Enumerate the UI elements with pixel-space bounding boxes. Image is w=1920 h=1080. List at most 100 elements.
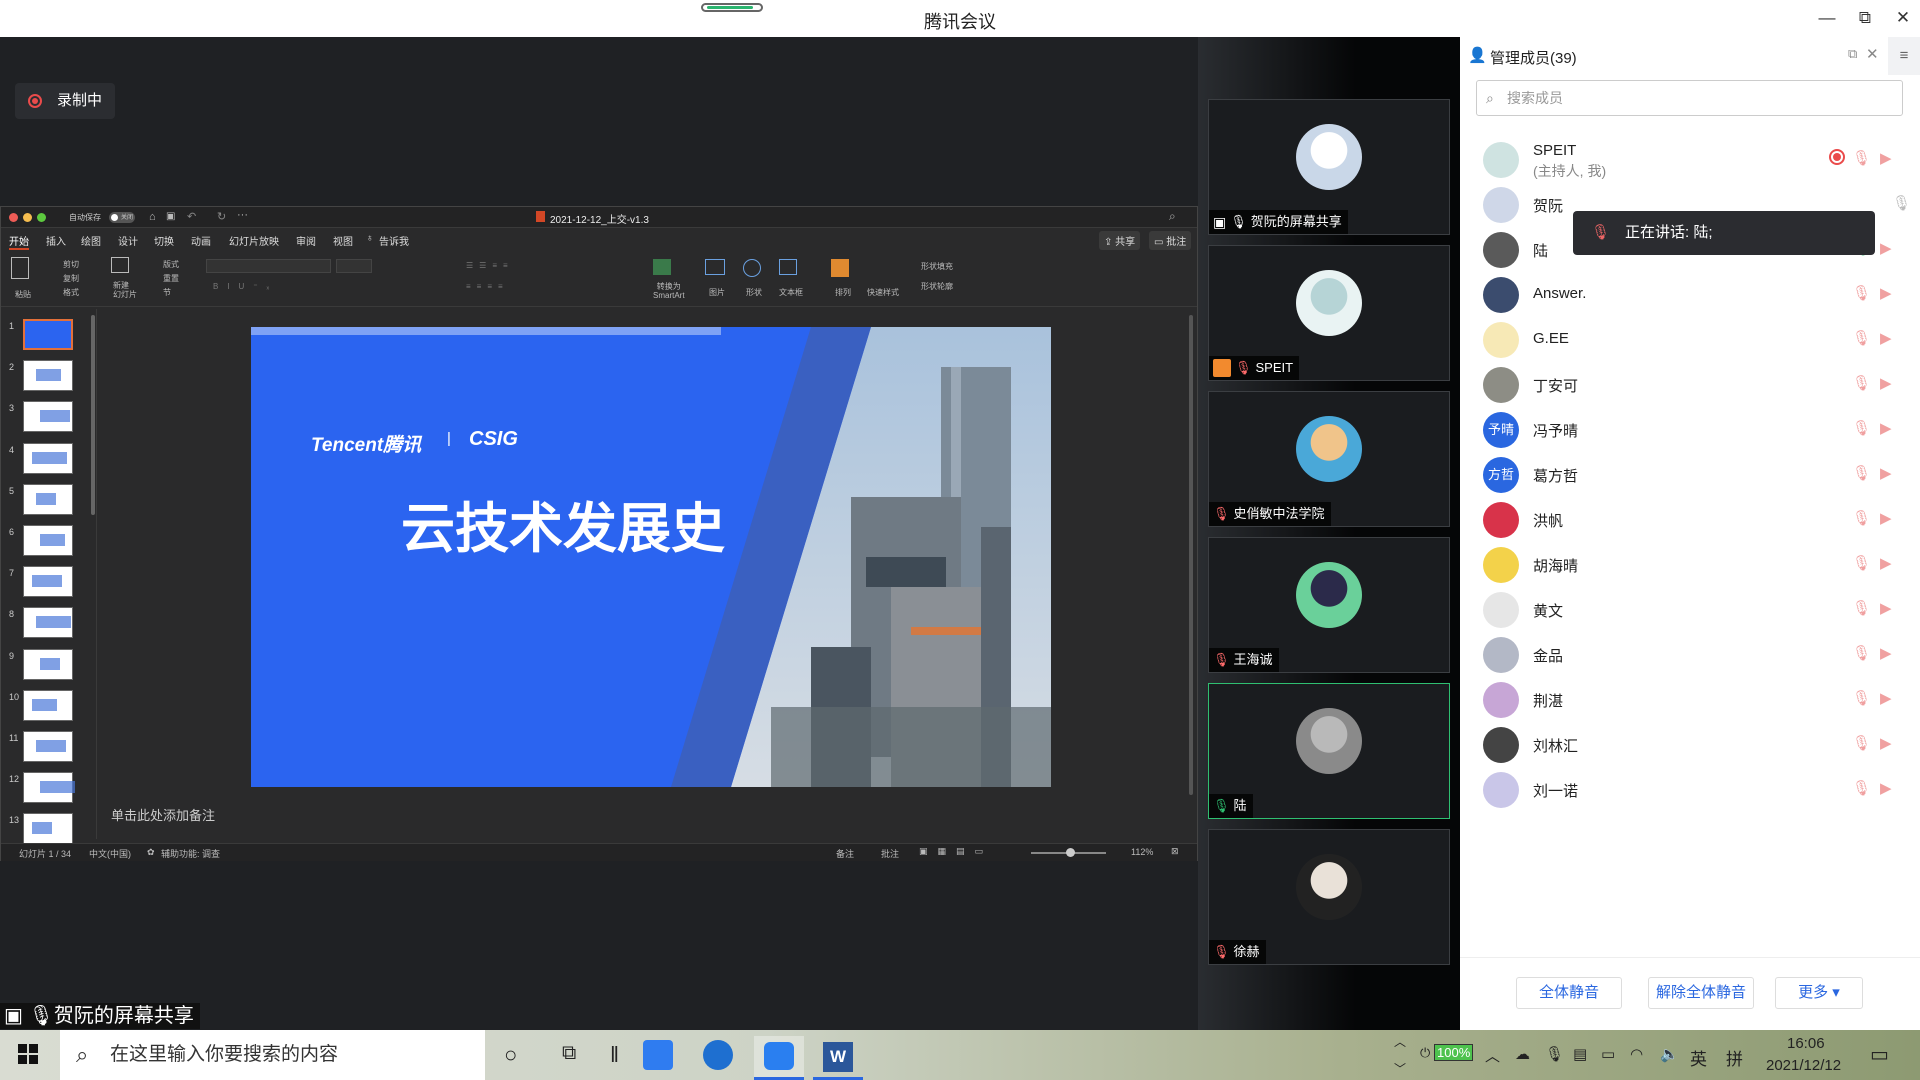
close-dot[interactable]	[9, 213, 18, 222]
camera-off-icon[interactable]: ▶	[1880, 464, 1892, 482]
undo-icon[interactable]: ↶	[187, 210, 196, 223]
camera-off-icon[interactable]: ▶	[1880, 239, 1892, 257]
layout-button[interactable]: 版式	[163, 259, 179, 270]
video-tile[interactable]: 🎙 陆	[1208, 683, 1450, 819]
notes-placeholder[interactable]: 单击此处添加备注	[111, 805, 215, 824]
ime-language[interactable]: 英	[1690, 1045, 1707, 1070]
maximize-button[interactable]: ⧉	[1850, 4, 1880, 32]
tab-design[interactable]: 设计	[118, 233, 138, 248]
unmute-all-button[interactable]: 解除全体静音	[1648, 977, 1754, 1009]
tab-home[interactable]: 开始	[9, 233, 29, 250]
slide-canvas[interactable]: Tencent腾讯 | CSIG 云技术发展史	[251, 327, 1051, 787]
windows-start-icon[interactable]	[18, 1044, 40, 1066]
ppt-comment-button[interactable]: ▭ 批注	[1149, 231, 1192, 250]
cortana-icon[interactable]: ○	[504, 1042, 517, 1080]
video-tile[interactable]: 🎙 王海诚	[1208, 537, 1450, 673]
search-icon[interactable]: ⌕	[1169, 209, 1176, 224]
camera-off-icon[interactable]: ▶	[1880, 734, 1892, 752]
copy-button[interactable]: 复制	[63, 273, 79, 284]
camera-off-icon[interactable]: ▶	[1880, 689, 1892, 707]
mic-off-icon[interactable]: 🎙	[1852, 599, 1871, 617]
more-icon[interactable]: ···	[237, 209, 248, 221]
video-tile[interactable]: ▣ 🎙 贺阮的屏幕共享	[1208, 99, 1450, 235]
tencent-meeting-app-icon[interactable]	[754, 1036, 804, 1080]
quick-style-label[interactable]: 快速样式	[867, 287, 899, 298]
slide-thumbnail[interactable]	[23, 525, 73, 556]
camera-off-icon[interactable]: ▶	[1880, 149, 1892, 167]
format-painter-button[interactable]: 格式	[63, 287, 79, 298]
notification-icon[interactable]: ▭	[1870, 1042, 1889, 1067]
cloud-icon[interactable]: ☁	[1515, 1045, 1530, 1063]
slide-scrollbar[interactable]	[1189, 315, 1193, 795]
popout-icon[interactable]: ⧉	[1848, 46, 1857, 62]
camera-off-icon[interactable]: ▶	[1880, 419, 1892, 437]
tab-review[interactable]: 审阅	[296, 233, 316, 248]
clock-date[interactable]: 2021/12/12	[1766, 1057, 1841, 1074]
camera-off-icon[interactable]: ▶	[1880, 329, 1892, 347]
more-button[interactable]: 更多 ▾	[1775, 977, 1863, 1009]
slide-thumbnail[interactable]	[23, 772, 75, 804]
paragraph-buttons[interactable]: ☰☰≡≡	[466, 261, 514, 270]
mic-off-icon[interactable]: 🎙	[1852, 464, 1871, 482]
font-style-buttons[interactable]: BIU⁼ₓ	[213, 282, 278, 291]
slide-thumbnail[interactable]	[23, 731, 73, 762]
mic-off-icon[interactable]: 🎙	[1852, 374, 1871, 392]
smartart-icon[interactable]	[653, 259, 671, 275]
task-view-icon[interactable]: ⧉	[562, 1042, 576, 1080]
slide-thumbnail[interactable]	[23, 319, 73, 350]
view-buttons[interactable]: ▣▦▤▭	[919, 846, 993, 857]
tray-expand-down-icon[interactable]: ﹀	[1394, 1060, 1406, 1077]
chevron-up-icon[interactable]: ︿	[1485, 1045, 1500, 1066]
align-buttons[interactable]: ≡≡≡≡	[466, 282, 509, 291]
picture-icon[interactable]	[705, 259, 725, 275]
volume-icon[interactable]: 🔈	[1660, 1045, 1679, 1063]
video-tile[interactable]: 🎙 史俏敏中法学院	[1208, 391, 1450, 527]
minimize-dot[interactable]	[23, 213, 32, 222]
slide-thumbnail[interactable]	[23, 813, 73, 845]
camera-off-icon[interactable]: ▶	[1880, 509, 1892, 527]
mic-off-icon[interactable]: 🎙	[1852, 149, 1871, 167]
zoom-slider[interactable]	[1031, 848, 1106, 857]
font-family-select[interactable]	[206, 259, 331, 273]
tab-animations[interactable]: 动画	[191, 233, 211, 248]
ppt-share-button[interactable]: ⇪ 共享	[1099, 231, 1141, 250]
slide-thumbnail[interactable]	[23, 689, 73, 721]
home-icon[interactable]: ⌂	[149, 211, 156, 223]
mic-icon[interactable]: 🎙	[1892, 194, 1911, 212]
recording-indicator[interactable]: 录制中	[15, 83, 115, 119]
shape-fill-button[interactable]: 形状填充	[921, 261, 953, 272]
mic-off-icon[interactable]: 🎙	[1852, 329, 1871, 347]
battery-icon[interactable]: ▭	[1601, 1045, 1615, 1063]
video-tile[interactable]: 🎙 SPEIT	[1208, 245, 1450, 381]
menu-icon[interactable]: ≡	[1888, 37, 1920, 75]
browser-app-icon[interactable]	[703, 1040, 733, 1070]
slide-thumbnail[interactable]	[23, 483, 73, 515]
slide-thumbnail[interactable]	[23, 401, 73, 433]
accessibility-status[interactable]: 辅助功能: 调查	[161, 847, 220, 860]
thumb-scrollbar[interactable]	[91, 315, 95, 515]
camera-off-icon[interactable]: ▶	[1880, 374, 1892, 392]
reset-button[interactable]: 重置	[163, 273, 179, 284]
video-tile[interactable]: 🎙 徐赫	[1208, 829, 1450, 965]
camera-off-icon[interactable]: ▶	[1880, 554, 1892, 572]
notes-toggle[interactable]: 备注	[836, 847, 854, 860]
tray-expand-up-icon[interactable]: ︿	[1394, 1033, 1406, 1050]
slide-thumbnail[interactable]	[23, 607, 73, 639]
mute-all-button[interactable]: 全体静音	[1516, 977, 1622, 1009]
mic-off-icon[interactable]: 🎙	[1852, 284, 1871, 302]
member-row[interactable]: 刘一诺 🎙 ▶	[1460, 762, 1920, 817]
mic-off-icon[interactable]: 🎙	[1852, 419, 1871, 437]
clock-time[interactable]: 16:06	[1787, 1035, 1825, 1052]
word-app-icon[interactable]: W	[813, 1038, 863, 1080]
textbox-icon[interactable]	[779, 259, 797, 275]
ime-mode[interactable]: 拼	[1726, 1045, 1743, 1070]
mic-off-icon[interactable]: 🎙	[1852, 779, 1871, 797]
slide-thumbnail[interactable]	[23, 566, 73, 598]
zoom-dot[interactable]	[37, 213, 46, 222]
mic-off-icon[interactable]: 🎙	[1852, 689, 1871, 707]
minimize-button[interactable]: —	[1812, 4, 1842, 32]
cut-button[interactable]: 剪切	[63, 259, 79, 270]
camera-off-icon[interactable]: ▶	[1880, 599, 1892, 617]
zoom-level[interactable]: 112%	[1131, 847, 1153, 857]
tab-view[interactable]: 视图	[333, 233, 353, 248]
